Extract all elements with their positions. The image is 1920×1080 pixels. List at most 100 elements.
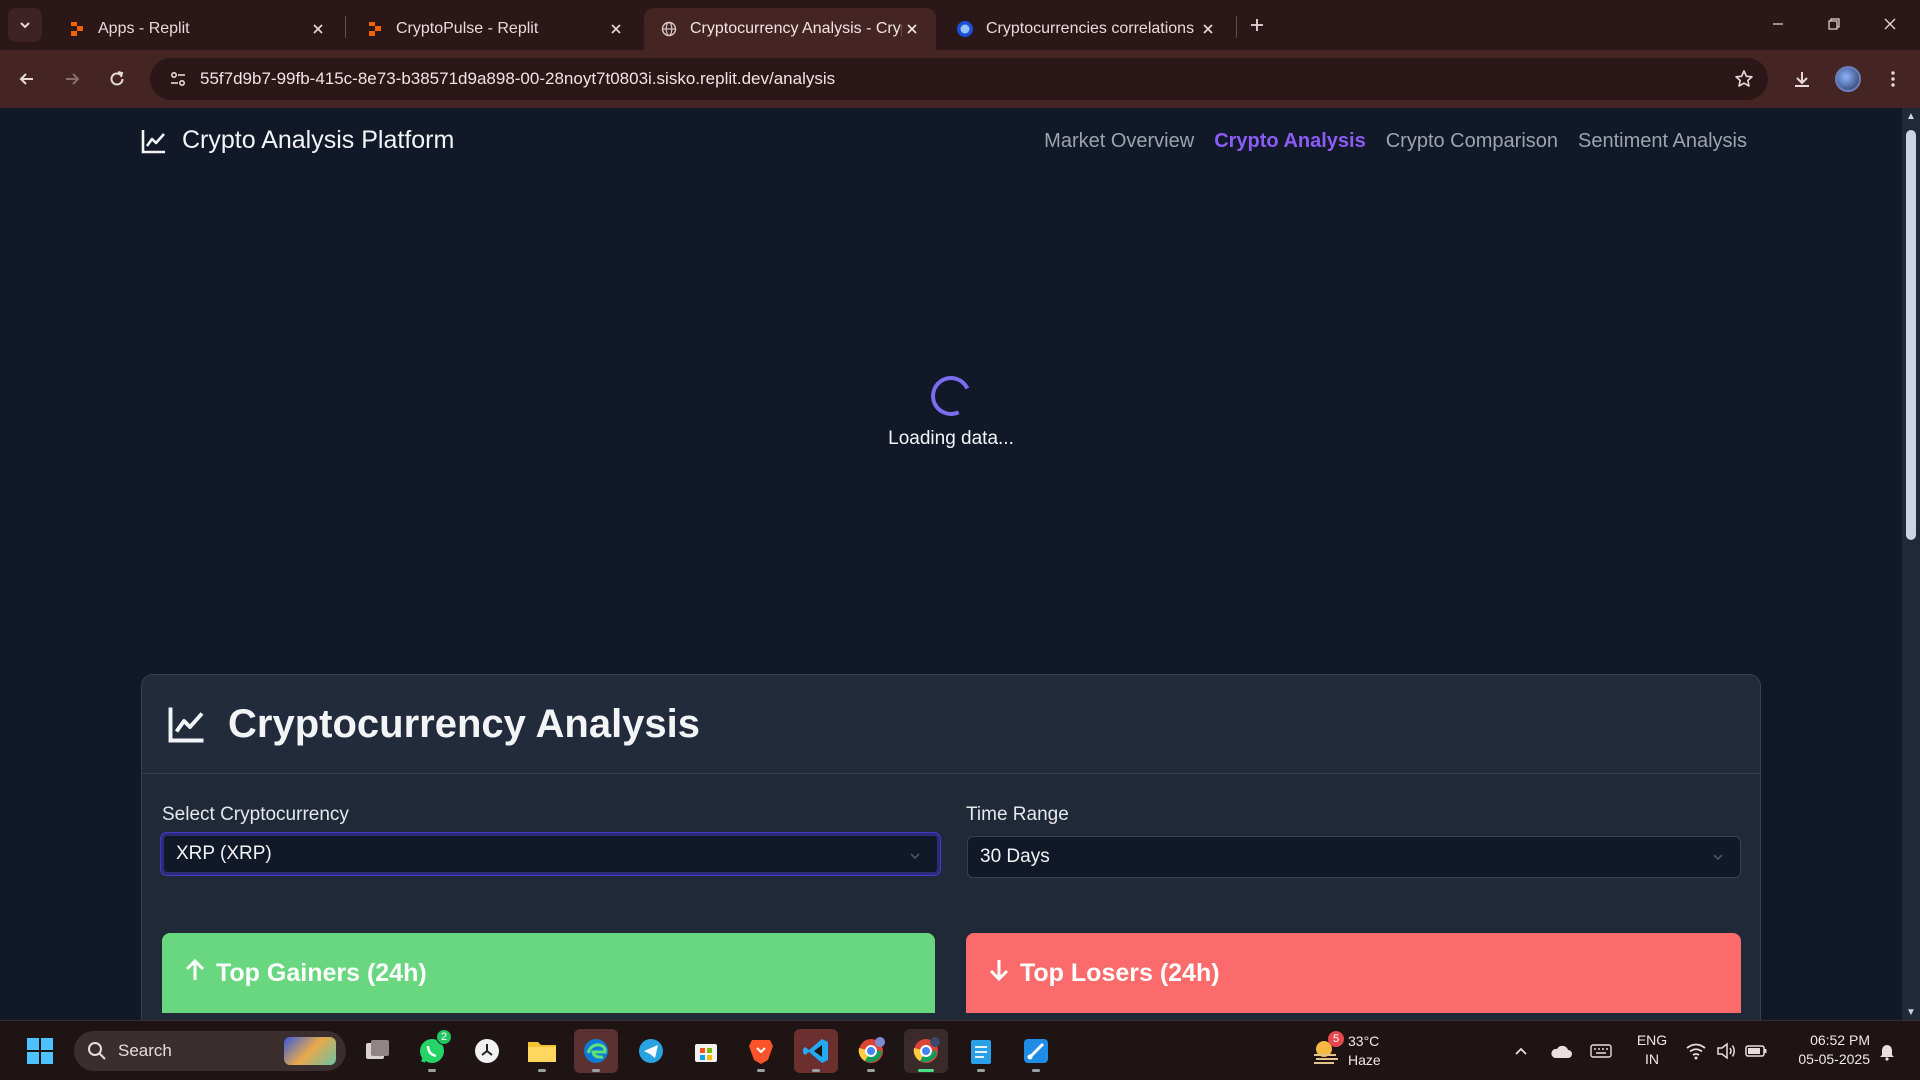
- main-nav: Market Overview Crypto Analysis Crypto C…: [1044, 130, 1747, 153]
- top-gainers-header: Top Gainers (24h): [162, 933, 935, 1013]
- notepad-icon: [971, 1040, 991, 1064]
- arrow-left-icon: [19, 73, 33, 85]
- taskbar-clock-app[interactable]: [465, 1029, 509, 1073]
- chevron-down-icon: [1710, 849, 1726, 865]
- weather-condition: Haze: [1348, 1052, 1381, 1068]
- taskbar-brave[interactable]: [739, 1029, 783, 1073]
- language-indicator[interactable]: ENG IN: [1632, 1031, 1672, 1069]
- taskbar-edge[interactable]: [574, 1029, 618, 1073]
- volume-icon: [1717, 1042, 1735, 1060]
- scroll-down-icon[interactable]: ▼: [1905, 1006, 1917, 1018]
- restore-icon: [1828, 18, 1840, 30]
- card-header: Cryptocurrency Analysis: [142, 675, 1760, 774]
- snipping-tool-icon: [1024, 1039, 1048, 1063]
- search-placeholder: Search: [118, 1041, 172, 1060]
- tray-volume[interactable]: [1711, 1035, 1741, 1067]
- tab-apps-replit[interactable]: Apps - Replit: [52, 8, 342, 50]
- back-button[interactable]: [8, 60, 46, 98]
- vscode-icon: [803, 1039, 828, 1063]
- tab-cryptocurrency-analysis[interactable]: Cryptocurrency Analysis - Crypto: [644, 8, 936, 50]
- restore-button[interactable]: [1806, 0, 1862, 48]
- weather-text: 33°C Haze: [1348, 1032, 1381, 1070]
- taskbar: Search 2 5 33°C Haze ENG IN 06:52 PM 05-…: [0, 1020, 1920, 1080]
- nav-market-overview[interactable]: Market Overview: [1044, 130, 1194, 153]
- tab-cryptocurrencies-correlations[interactable]: Cryptocurrencies correlations: [940, 8, 1232, 50]
- system-clock[interactable]: 06:52 PM 05-05-2025: [1782, 1031, 1870, 1069]
- tray-notifications[interactable]: [1872, 1035, 1902, 1067]
- browser-tab-bar: Apps - Replit CryptoPulse - Replit Crypt…: [0, 0, 1920, 50]
- page-viewport: Crypto Analysis Platform Market Overview…: [0, 108, 1920, 1020]
- time-range-select-value: 30 Days: [980, 846, 1050, 867]
- close-icon[interactable]: [308, 19, 328, 39]
- cloud-icon: [1551, 1045, 1572, 1058]
- store-icon: [695, 1044, 717, 1062]
- browser-menu-button[interactable]: [1874, 60, 1912, 98]
- scrollbar-thumb[interactable]: [1906, 130, 1916, 540]
- scroll-up-icon[interactable]: ▲: [1905, 110, 1917, 122]
- page-scrollbar[interactable]: ▲ ▼: [1902, 108, 1920, 1020]
- tray-wifi[interactable]: [1681, 1035, 1711, 1067]
- taskbar-chrome-active[interactable]: [904, 1029, 948, 1073]
- tray-overflow-button[interactable]: [1506, 1035, 1536, 1067]
- brave-icon: [749, 1040, 773, 1064]
- taskbar-search[interactable]: Search: [74, 1031, 346, 1071]
- time-range-select[interactable]: 30 Days: [967, 836, 1741, 878]
- weather-haze-icon: 5: [1310, 1031, 1344, 1067]
- chevron-up-icon: [1515, 1047, 1527, 1055]
- close-icon[interactable]: [606, 19, 626, 39]
- close-window-button[interactable]: [1862, 0, 1918, 48]
- minimize-button[interactable]: [1750, 0, 1806, 48]
- region-code: IN: [1645, 1051, 1659, 1067]
- close-icon: [1884, 18, 1896, 30]
- close-icon[interactable]: [902, 19, 922, 39]
- spinner-icon: [925, 370, 977, 422]
- taskbar-snipping-tool[interactable]: [1014, 1029, 1058, 1073]
- tab-cryptopulse-replit[interactable]: CryptoPulse - Replit: [350, 8, 640, 50]
- tab-separator: [345, 16, 346, 38]
- taskbar-whatsapp[interactable]: 2: [410, 1029, 454, 1073]
- tray-battery[interactable]: [1741, 1035, 1771, 1067]
- taskbar-chrome-profile-m[interactable]: [849, 1029, 893, 1073]
- url-text[interactable]: 55f7d9b7-99fb-415c-8e73-b38571d9a898-00-…: [200, 69, 835, 89]
- site-settings-icon[interactable]: [158, 58, 198, 100]
- line-chart-icon: [166, 703, 208, 745]
- weather-widget[interactable]: 5 33°C Haze: [1310, 1031, 1410, 1071]
- replit-icon: [68, 20, 86, 38]
- reload-button[interactable]: [98, 60, 136, 98]
- taskbar-telegram[interactable]: [629, 1029, 673, 1073]
- task-view-icon: [366, 1040, 389, 1059]
- loading-indicator: Loading data...: [0, 370, 1902, 450]
- nav-crypto-comparison[interactable]: Crypto Comparison: [1386, 130, 1558, 153]
- line-chart-icon: [140, 127, 168, 155]
- globe-icon: [660, 20, 678, 38]
- nav-sentiment-analysis[interactable]: Sentiment Analysis: [1578, 130, 1747, 153]
- top-gainers-title: Top Gainers (24h): [216, 958, 427, 987]
- tab-search-button[interactable]: [8, 8, 42, 42]
- chevron-down-icon: [907, 848, 923, 864]
- close-icon[interactable]: [1198, 19, 1218, 39]
- taskbar-store[interactable]: [684, 1029, 728, 1073]
- telegram-icon: [639, 1039, 663, 1063]
- search-icon: [86, 1040, 108, 1062]
- bookmark-star-icon[interactable]: [1732, 67, 1756, 91]
- tab-title: Cryptocurrencies correlations: [986, 20, 1195, 37]
- new-tab-button[interactable]: [1244, 12, 1270, 38]
- crypto-select[interactable]: XRP (XRP): [161, 833, 940, 875]
- brand-link[interactable]: Crypto Analysis Platform: [140, 126, 454, 155]
- arrow-right-icon: [66, 73, 80, 85]
- taskbar-vscode[interactable]: [794, 1029, 838, 1073]
- start-button[interactable]: [18, 1029, 62, 1073]
- downloads-button[interactable]: [1783, 60, 1821, 98]
- taskbar-file-explorer[interactable]: [520, 1029, 564, 1073]
- profile-button[interactable]: [1829, 60, 1867, 98]
- address-bar[interactable]: 55f7d9b7-99fb-415c-8e73-b38571d9a898-00-…: [150, 58, 1768, 100]
- nav-crypto-analysis[interactable]: Crypto Analysis: [1214, 130, 1366, 153]
- arrow-down-icon: [988, 958, 1010, 989]
- tray-onedrive[interactable]: [1546, 1035, 1576, 1067]
- more-vertical-icon: [1891, 71, 1895, 87]
- forward-button[interactable]: [53, 60, 91, 98]
- tray-keyboard[interactable]: [1586, 1035, 1616, 1067]
- taskbar-notepad[interactable]: [959, 1029, 1003, 1073]
- task-view-button[interactable]: [355, 1029, 399, 1073]
- app-logo-icon: [956, 20, 974, 38]
